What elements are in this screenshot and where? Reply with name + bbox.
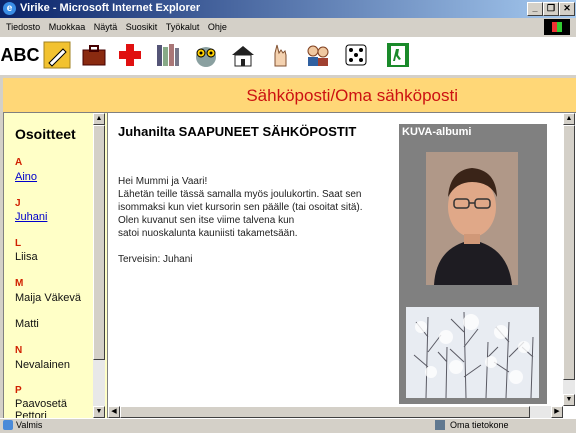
status-text: Valmis xyxy=(16,420,43,430)
school-icon[interactable] xyxy=(228,40,258,70)
message-line: satoi nuoskalunta kauniisti takametsään. xyxy=(118,228,298,239)
scroll-up-icon[interactable]: ▲ xyxy=(93,113,105,125)
title-bar: e Virike - Microsoft Internet Explorer _… xyxy=(0,0,576,18)
menu-bar: Tiedosto Muokkaa Näytä Suosikit Työkalut… xyxy=(0,18,576,38)
scroll-left-icon[interactable]: ◀ xyxy=(108,406,120,418)
scroll-down-icon[interactable]: ▼ xyxy=(93,406,105,418)
close-button[interactable]: ✕ xyxy=(559,2,575,16)
letter-heading: N xyxy=(15,345,23,356)
abc-button[interactable]: ABC xyxy=(1,40,40,70)
status-bar: Valmis Oma tietokone xyxy=(0,418,576,433)
message-frame: Juhanilta SAAPUNEET SÄHKÖPOSTIT Hei Mumm… xyxy=(107,112,576,419)
red-cross-icon[interactable] xyxy=(115,40,145,70)
menu-favorites[interactable]: Suosikit xyxy=(126,22,158,32)
hand-icon[interactable] xyxy=(265,40,295,70)
message-heading: Juhanilta SAAPUNEET SÄHKÖPOSTIT xyxy=(118,124,357,139)
letter-heading: J xyxy=(15,198,21,209)
people-icon[interactable] xyxy=(303,40,333,70)
photo-album: KUVA-albumi xyxy=(399,124,547,404)
scroll-up-icon[interactable]: ▲ xyxy=(563,113,575,125)
exit-door-icon[interactable] xyxy=(383,40,413,70)
contact-name: Nevalainen xyxy=(15,359,71,371)
page-title: Sähköposti/Oma sähköposti xyxy=(246,86,458,105)
contact-name: Liisa xyxy=(15,251,38,263)
winter-forest-photo[interactable] xyxy=(406,307,539,398)
contact-link-juhani[interactable]: Juhani xyxy=(15,211,47,223)
scroll-down-icon[interactable]: ▼ xyxy=(563,394,575,406)
menu-edit[interactable]: Muokkaa xyxy=(49,22,86,32)
letter-heading: M xyxy=(15,278,24,289)
message-line: isommaksi kun viet kursorin sen päälle (… xyxy=(118,202,363,213)
page-icon xyxy=(3,420,13,430)
left-scrollbar[interactable]: ▲ ▼ xyxy=(93,113,105,418)
menu-file[interactable]: Tiedosto xyxy=(6,22,40,32)
briefcase-icon[interactable] xyxy=(79,40,109,70)
owl-icon[interactable] xyxy=(191,40,221,70)
page-header: Sähköposti/Oma sähköposti xyxy=(3,78,576,112)
letter-heading: P xyxy=(15,385,22,396)
window-title: Virike - Microsoft Internet Explorer xyxy=(20,2,201,14)
message-signoff: Terveisin: Juhani xyxy=(118,254,193,265)
contact-name: Paavosetä Pettori xyxy=(15,398,67,419)
scroll-thumb[interactable] xyxy=(563,125,575,380)
computer-icon xyxy=(435,420,445,430)
ie-logo-icon: e xyxy=(3,2,16,15)
contact-name: Matti xyxy=(15,318,39,330)
letter-heading: L xyxy=(15,238,22,249)
album-label: KUVA-albumi xyxy=(402,126,472,138)
pencil-icon[interactable] xyxy=(42,40,72,70)
windows-logo-icon xyxy=(544,19,570,35)
dice-icon[interactable] xyxy=(341,40,371,70)
menu-tools[interactable]: Työkalut xyxy=(166,22,200,32)
security-zone: Oma tietokone xyxy=(450,420,509,430)
scroll-thumb[interactable] xyxy=(120,406,530,418)
message-line: Lähetän teille tässä samalla myös jouluk… xyxy=(118,189,362,200)
minimize-button[interactable]: _ xyxy=(527,2,543,16)
books-icon[interactable] xyxy=(153,40,183,70)
main-scrollbar[interactable]: ▲ ▼ xyxy=(563,113,575,406)
message-line: Olen kuvanut sen itse viime talvena kun xyxy=(118,215,295,226)
menu-view[interactable]: Näytä xyxy=(94,22,118,32)
letter-heading: A xyxy=(15,157,23,168)
message-greeting: Hei Mummi ja Vaari! xyxy=(118,176,208,187)
scroll-right-icon[interactable]: ▶ xyxy=(551,406,563,418)
toolbar: ABC xyxy=(0,37,576,75)
contact-name: Maija Väkevä xyxy=(15,292,82,304)
scroll-thumb[interactable] xyxy=(93,125,105,360)
message-body: Hei Mummi ja Vaari! Lähetän teille tässä… xyxy=(118,175,403,266)
horizontal-scrollbar[interactable]: ◀ ▶ xyxy=(108,406,563,418)
address-list-title: Osoitteet xyxy=(15,126,76,142)
address-list-frame: Osoitteet A Aino J Juhani L Liisa M Maij… xyxy=(3,112,108,419)
maximize-button[interactable]: ❐ xyxy=(543,2,559,16)
menu-help[interactable]: Ohje xyxy=(208,22,227,32)
portrait-photo[interactable] xyxy=(426,152,518,285)
contact-link-aino[interactable]: Aino xyxy=(15,171,37,183)
